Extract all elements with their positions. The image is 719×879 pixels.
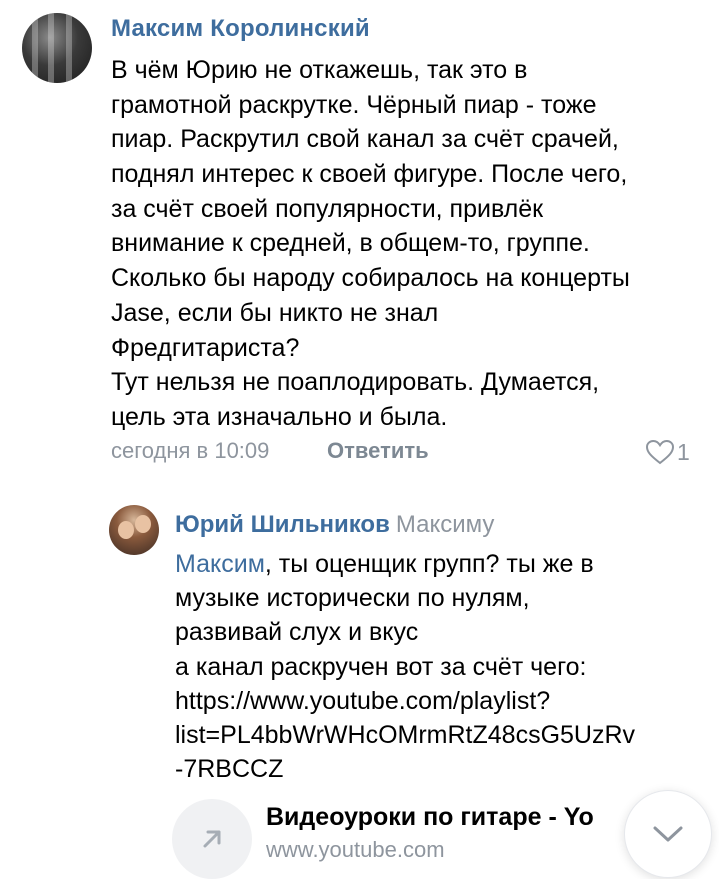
comment-text-line: Сколько бы народу собиралось на концерты <box>111 264 630 293</box>
comment-text-line: за счёт своей популярности, привлёк <box>111 194 544 223</box>
comment-text-line: внимание к средней, в общем-то, группе. <box>111 229 590 258</box>
like-button[interactable]: 1 <box>645 438 690 466</box>
url-link[interactable]: list=PL4bbWrWHcOMrmRtZ48csG5UzRv <box>175 718 715 752</box>
comment-text-line: цель эта изначально и была. <box>111 402 448 431</box>
avatar[interactable] <box>22 13 92 83</box>
avatar[interactable] <box>109 505 159 555</box>
reply-to-label[interactable]: Максиму <box>396 511 495 538</box>
arrow-up-right-icon <box>203 830 221 848</box>
url-link[interactable]: https://www.youtube.com/playlist? <box>175 684 715 718</box>
like-count: 1 <box>677 438 690 465</box>
mention-link[interactable]: Максим <box>175 550 265 578</box>
comment-text: Максим, ты оценщик групп? ты же в музыке… <box>175 547 715 786</box>
comment-author-name[interactable]: Максим Королинский <box>111 15 370 43</box>
reply-button[interactable]: Ответить <box>327 438 429 464</box>
comment-text-line: поднял интерес к своей фигуре. После чег… <box>111 160 628 189</box>
comment-text-line: музыке исторически по нулям, <box>175 584 530 613</box>
comment-text-line: развивай слух и вкус <box>175 618 419 647</box>
link-preview-domain: www.youtube.com <box>266 837 445 862</box>
comment-text-line: грамотной раскрутке. Чёрный пиар - тоже <box>111 90 597 119</box>
link-preview-icon[interactable] <box>172 799 252 879</box>
comment-text-line: Максим, ты оценщик групп? ты же в <box>175 547 715 581</box>
comment-text: В чём Юрию не откажешь, так это в грамот… <box>111 53 711 435</box>
comment-text-line: пиар. Раскрутил свой канал за счёт сраче… <box>111 125 619 154</box>
link-preview-title[interactable]: Видеоуроки по гитаре - Yo <box>266 803 654 832</box>
scroll-down-button[interactable] <box>624 790 712 878</box>
chevron-down-icon <box>653 826 683 842</box>
comment-timestamp: сегодня в 10:09 <box>111 438 270 463</box>
heart-icon <box>645 439 675 465</box>
comment-text-line: Фредгитариста? <box>111 333 300 362</box>
comment-text-line: В чём Юрию не откажешь, так это в <box>111 56 528 84</box>
comment-text-line: а канал раскручен вот за счёт чего: <box>175 652 587 681</box>
author-link[interactable]: Юрий Шильников <box>175 511 390 538</box>
url-link[interactable]: -7RBCCZ <box>175 752 715 786</box>
comment-text-line: Тут нельзя не поаплодировать. Думается, <box>111 368 600 397</box>
comment-author-name: Юрий Шильников Максиму <box>175 511 494 539</box>
comment-text-line: Jase, если бы никто не знал <box>111 298 439 327</box>
comment-text-span: , ты оценщик групп? ты же в <box>264 550 594 578</box>
